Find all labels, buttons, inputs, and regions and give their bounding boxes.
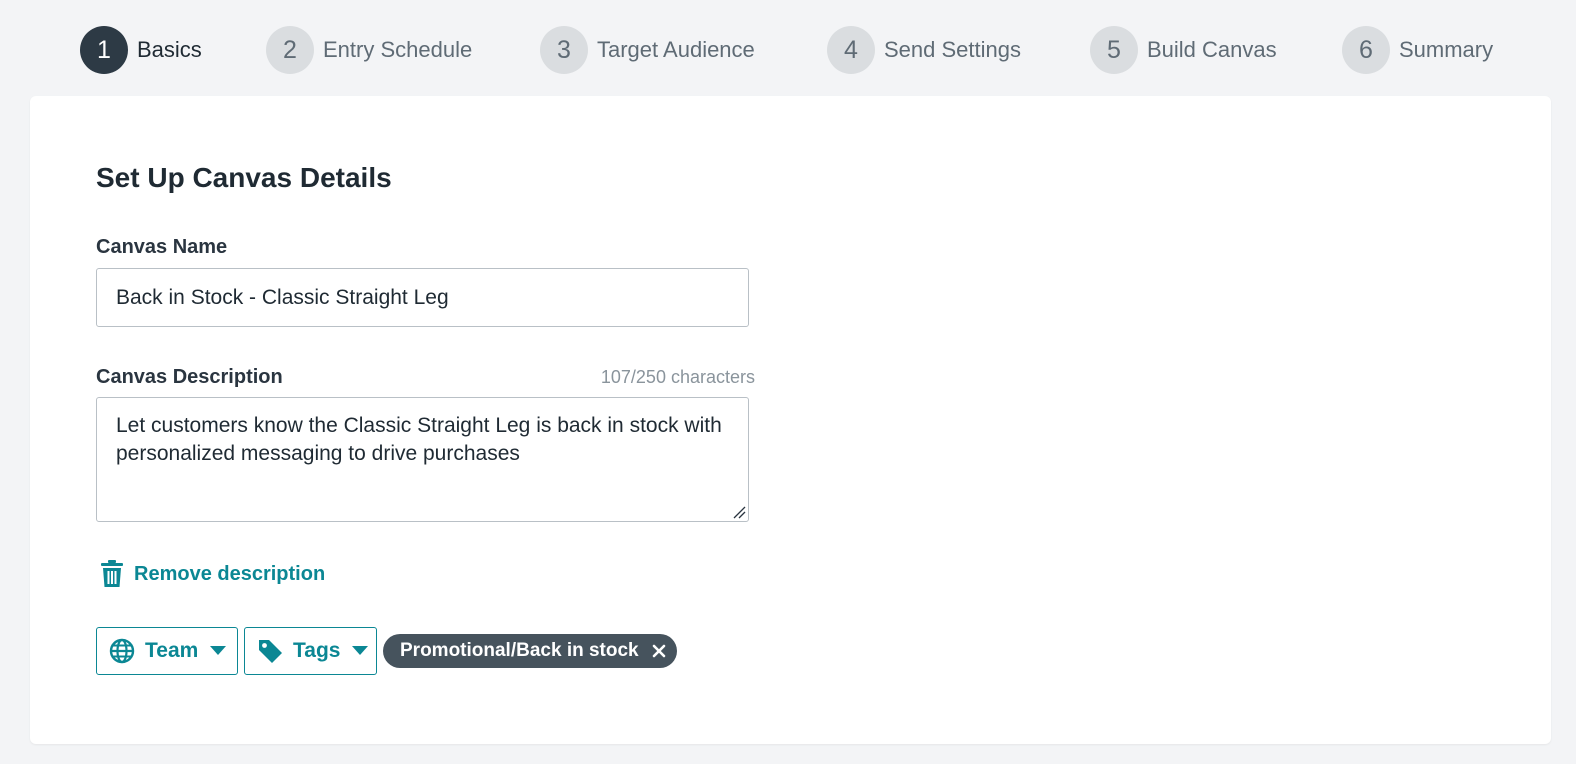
step-label: Entry Schedule: [323, 37, 473, 62]
canvas-description-textarea[interactable]: Let customers know the Classic Straight …: [96, 397, 749, 522]
description-text: Let customers know the Classic Straight …: [116, 414, 722, 465]
step-number: 5: [1090, 26, 1138, 74]
tags-dropdown-button[interactable]: Tags: [244, 627, 377, 675]
tag-chip-label: Promotional/Back in stock: [400, 640, 639, 661]
canvas-name-input[interactable]: Back in Stock - Classic Straight Leg: [96, 268, 749, 327]
step-number: 6: [1342, 26, 1390, 74]
tag-icon: [259, 640, 282, 663]
step-label: Build Canvas: [1147, 37, 1277, 62]
caret-down-icon: [352, 646, 369, 655]
progress-stepper: 1 Basics 2 Entry Schedule 3 Target Audie…: [0, 0, 1576, 96]
tag-chip: Promotional/Back in stock: [383, 634, 677, 668]
trash-icon: [101, 560, 123, 587]
canvas-name-label: Canvas Name: [96, 236, 228, 258]
canvas-details-card: Set Up Canvas Details Canvas Name Back i…: [30, 96, 1551, 744]
remove-description-label: Remove description: [134, 562, 326, 585]
step-number: 3: [540, 26, 588, 74]
globe-icon: [109, 638, 135, 664]
step-basics[interactable]: 1 Basics: [80, 26, 202, 74]
step-number: 2: [266, 26, 314, 74]
canvas-description-label: Canvas Description: [96, 366, 283, 388]
step-label: Target Audience: [597, 37, 755, 62]
team-dropdown-button[interactable]: Team: [96, 627, 238, 675]
step-number: 1: [80, 26, 128, 74]
tags-label: Tags: [293, 639, 341, 662]
character-count: 107/250 characters: [600, 367, 755, 387]
step-entry-schedule[interactable]: 2 Entry Schedule: [266, 26, 472, 74]
step-label: Summary: [1399, 37, 1494, 62]
remove-description-link[interactable]: Remove description: [100, 560, 325, 588]
step-target-audience[interactable]: 3 Target Audience: [540, 26, 755, 74]
close-icon[interactable]: [651, 643, 667, 659]
step-summary[interactable]: 6 Summary: [1342, 26, 1493, 74]
step-number: 4: [827, 26, 875, 74]
step-build-canvas[interactable]: 5 Build Canvas: [1090, 26, 1277, 74]
page-title: Set Up Canvas Details: [96, 162, 392, 193]
step-label: Send Settings: [884, 37, 1021, 62]
resize-handle-icon[interactable]: [732, 505, 746, 519]
step-label: Basics: [137, 37, 202, 62]
step-send-settings[interactable]: 4 Send Settings: [827, 26, 1021, 74]
team-label: Team: [145, 639, 199, 662]
caret-down-icon: [210, 646, 227, 655]
